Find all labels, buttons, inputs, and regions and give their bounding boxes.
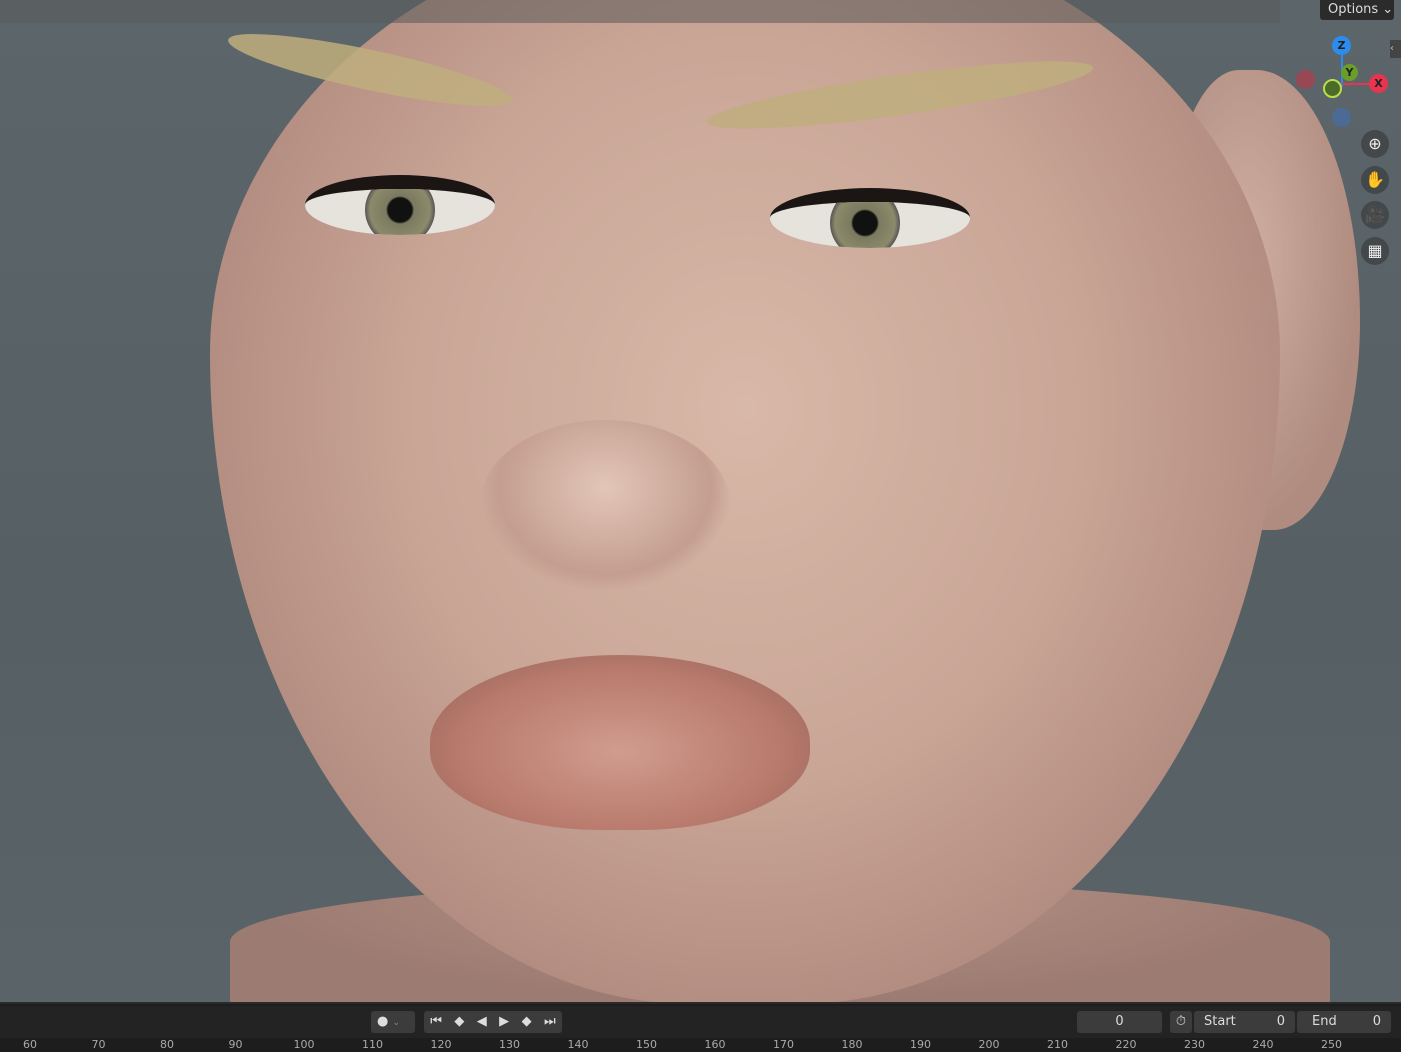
zoom-icon[interactable]: ⊕ — [1361, 130, 1389, 158]
ruler-tick: 80 — [160, 1038, 174, 1051]
play-reverse-icon[interactable]: ◀ — [477, 1011, 487, 1033]
hand-pan-icon[interactable]: ✋ — [1361, 166, 1389, 194]
stopwatch-icon[interactable]: ⏱ — [1170, 1011, 1192, 1033]
jump-end-icon[interactable]: ⏭ — [544, 1011, 556, 1033]
start-frame-field[interactable]: Start 0 — [1194, 1011, 1295, 1033]
jump-start-icon[interactable]: ⏮ — [430, 1011, 442, 1033]
keying-button[interactable]: ● ⌄ — [371, 1011, 415, 1033]
header-bar — [0, 0, 1280, 23]
ruler-tick: 150 — [636, 1038, 657, 1051]
record-icon: ● — [377, 1014, 389, 1029]
ruler-tick: 230 — [1184, 1038, 1205, 1051]
camera-icon[interactable]: 🎥 — [1361, 201, 1389, 229]
3d-viewport[interactable]: Options ⌄ ‹ Z Y X ⊕ ✋ 🎥 ▦ — [0, 0, 1401, 1004]
timeline-ruler[interactable]: 60 70 80 90 100 110 120 130 140 150 160 170 180 190 20… — [0, 1038, 1401, 1051]
ruler-tick: 180 — [841, 1038, 863, 1051]
z-axis-icon[interactable]: Z — [1332, 36, 1351, 55]
ruler-tick: 90 — [228, 1038, 243, 1051]
ruler-tick: 60 — [23, 1038, 37, 1051]
ruler-tick: 200 — [978, 1038, 1000, 1051]
left-eye — [305, 175, 495, 235]
playback-controls: ⏮ ◆ ◀ ▶ ◆ ⏭ — [424, 1011, 562, 1033]
ruler-tick: 70 — [91, 1038, 106, 1051]
ruler-tick: 220 — [1115, 1038, 1137, 1051]
ruler-tick: 110 — [362, 1038, 383, 1051]
neg-x-axis-icon[interactable] — [1296, 70, 1315, 89]
end-label: End — [1312, 1014, 1337, 1029]
start-label: Start — [1204, 1014, 1236, 1029]
neg-y-axis-icon[interactable] — [1323, 79, 1342, 98]
ruler-tick: 240 — [1252, 1038, 1274, 1051]
end-value: 0 — [1372, 1014, 1381, 1029]
right-eye — [770, 188, 970, 248]
timeline-header: ● ⌄ ⏮ ◆ ◀ ▶ ◆ ⏭ 0 ⏱ Start 0 End 0 — [0, 1006, 1401, 1038]
options-dropdown[interactable]: Options ⌄ — [1320, 0, 1394, 20]
start-value: 0 — [1276, 1014, 1285, 1029]
ruler-tick: 140 — [567, 1038, 589, 1051]
ruler-tick: 130 — [499, 1038, 520, 1051]
neg-z-axis-icon[interactable] — [1332, 108, 1351, 127]
x-axis-icon[interactable]: X — [1369, 74, 1388, 93]
current-frame-field[interactable]: 0 — [1077, 1011, 1162, 1033]
y-axis-icon[interactable]: Y — [1341, 64, 1358, 81]
ruler-tick: 190 — [910, 1038, 931, 1051]
ruler-tick: 120 — [430, 1038, 452, 1051]
ruler-tick: 250 — [1321, 1038, 1342, 1051]
next-keyframe-icon[interactable]: ◆ — [522, 1011, 532, 1033]
nose — [480, 420, 730, 590]
ruler-tick: 160 — [704, 1038, 726, 1051]
play-icon[interactable]: ▶ — [499, 1011, 509, 1033]
face-model — [210, 0, 1280, 1002]
prev-keyframe-icon[interactable]: ◆ — [454, 1011, 464, 1033]
grid-perspective-icon[interactable]: ▦ — [1361, 237, 1389, 265]
end-frame-field[interactable]: End 0 — [1297, 1011, 1391, 1033]
ruler-tick: 100 — [293, 1038, 315, 1051]
ruler-tick: 170 — [773, 1038, 794, 1051]
options-label: Options — [1328, 2, 1379, 17]
lips — [430, 655, 810, 830]
chevron-down-icon: ⌄ — [392, 1018, 401, 1028]
collapse-sidebar-icon[interactable]: ‹ — [1390, 40, 1401, 58]
ruler-tick: 210 — [1047, 1038, 1068, 1051]
